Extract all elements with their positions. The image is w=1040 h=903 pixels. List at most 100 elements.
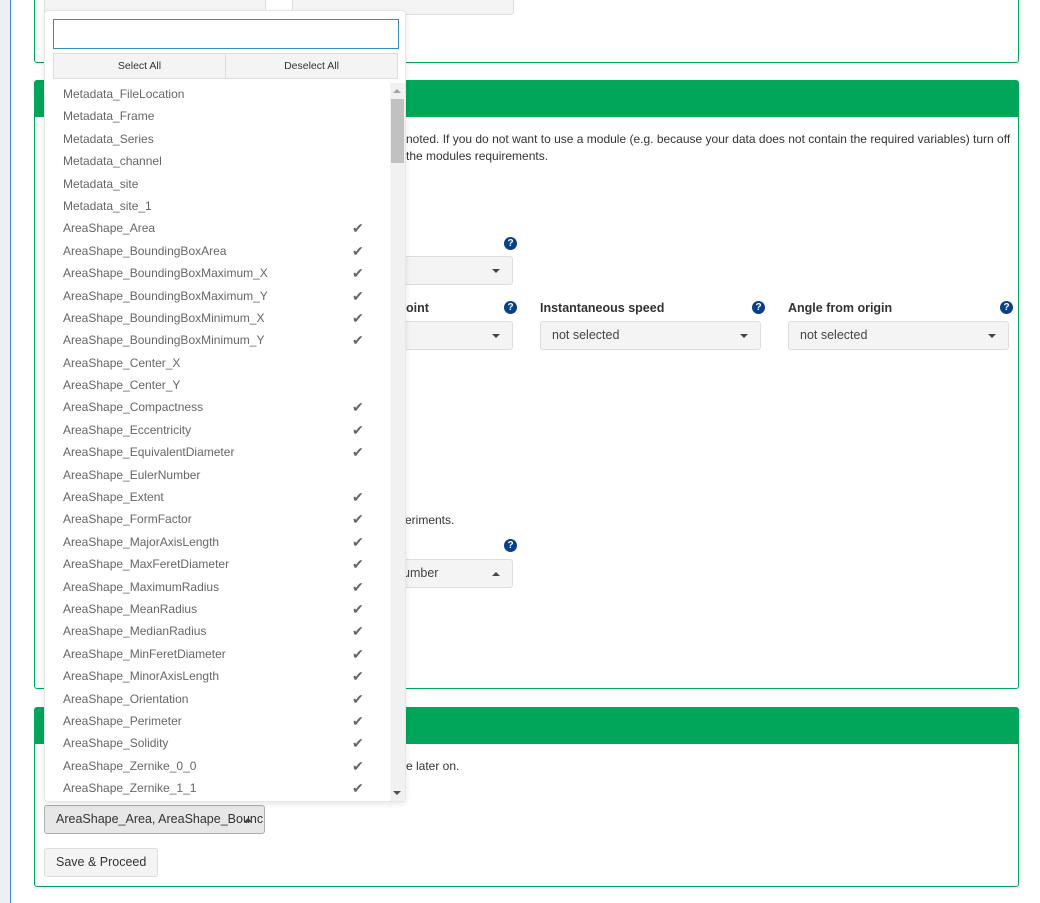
check-icon: ✔ — [352, 220, 364, 237]
option-item[interactable]: Metadata_Series — [45, 128, 390, 150]
scroll-up-arrow-icon[interactable] — [393, 89, 401, 93]
option-label: AreaShape_MajorAxisLength — [63, 534, 220, 549]
option-item[interactable]: AreaShape_BoundingBoxMaximum_X ✔ — [45, 262, 390, 284]
option-label: AreaShape_Eccentricity — [63, 422, 192, 437]
help-icon[interactable]: ? — [504, 301, 517, 314]
check-icon: ✔ — [352, 757, 364, 774]
option-label: AreaShape_BoundingBoxMaximum_Y — [63, 288, 268, 303]
option-item[interactable]: AreaShape_Center_Y — [45, 374, 390, 396]
check-icon: ✔ — [352, 556, 364, 573]
check-icon: ✔ — [352, 600, 364, 617]
save-proceed-button[interactable]: Save & Proceed — [44, 848, 159, 877]
option-item[interactable]: AreaShape_Orientation ✔ — [45, 688, 390, 710]
option-label: AreaShape_BoundingBoxMinimum_Y — [63, 333, 265, 348]
option-label: AreaShape_MedianRadius — [63, 624, 207, 639]
option-label: AreaShape_Compactness — [63, 400, 204, 415]
option-label: Metadata_site_1 — [63, 198, 152, 213]
angle-select-value: not selected — [800, 328, 868, 342]
option-item[interactable]: AreaShape_BoundingBoxMinimum_Y ✔ — [45, 329, 390, 351]
option-item[interactable]: AreaShape_MaximumRadius ✔ — [45, 576, 390, 598]
scrollbar-thumb[interactable] — [391, 99, 404, 163]
check-icon: ✔ — [352, 780, 364, 797]
option-item[interactable]: AreaShape_MaxFeretDiameter ✔ — [45, 553, 390, 575]
check-icon: ✔ — [352, 578, 364, 595]
option-item[interactable]: AreaShape_EulerNumber — [45, 464, 390, 486]
option-item[interactable]: AreaShape_Solidity ✔ — [45, 732, 390, 754]
dropdown-search-input[interactable] — [53, 19, 399, 49]
help-icon[interactable]: ? — [504, 237, 517, 250]
option-item[interactable]: AreaShape_MedianRadius ✔ — [45, 620, 390, 642]
option-label: AreaShape_BoundingBoxMinimum_X — [63, 310, 265, 325]
point-label: oint — [406, 301, 429, 315]
option-item[interactable]: AreaShape_MajorAxisLength ✔ — [45, 531, 390, 553]
angle-select[interactable]: not selected — [788, 321, 1009, 350]
option-label: AreaShape_Perimeter — [63, 713, 182, 728]
option-item[interactable]: AreaShape_MinorAxisLength ✔ — [45, 665, 390, 687]
angle-label: Angle from origin — [788, 301, 893, 315]
check-icon: ✔ — [352, 690, 364, 707]
speed-label: Instantaneous speed — [540, 301, 665, 315]
check-icon: ✔ — [352, 399, 364, 416]
option-item[interactable]: Metadata_site_1 — [45, 195, 390, 217]
feature-multiselect[interactable]: AreaShape_Area, AreaShape_Bounc — [44, 805, 265, 834]
check-icon: ✔ — [352, 489, 364, 506]
help-icon[interactable]: ? — [1000, 301, 1013, 314]
intro-text-1: noted. If you do not want to use a modul… — [406, 132, 1011, 146]
option-item[interactable]: AreaShape_FormFactor ✔ — [45, 508, 390, 530]
multiselect-value: AreaShape_Area, AreaShape_Bounc — [56, 812, 264, 826]
option-item[interactable]: AreaShape_EquivalentDiameter ✔ — [45, 441, 390, 463]
experiments-text: eriments. — [405, 513, 455, 527]
option-label: Metadata_FileLocation — [63, 87, 185, 101]
option-item[interactable]: AreaShape_Compactness ✔ — [45, 396, 390, 418]
option-item[interactable]: AreaShape_BoundingBoxArea ✔ — [45, 240, 390, 262]
check-icon: ✔ — [352, 421, 364, 438]
select-all-button[interactable]: Select All — [53, 53, 226, 79]
option-item[interactable]: AreaShape_Eccentricity ✔ — [45, 419, 390, 441]
option-label: AreaShape_BoundingBoxMaximum_X — [63, 266, 268, 281]
option-label: AreaShape_MaxFeretDiameter — [63, 557, 230, 572]
option-label: AreaShape_Zernike_1_1 — [63, 781, 197, 796]
option-item[interactable]: AreaShape_Perimeter ✔ — [45, 710, 390, 732]
option-label: AreaShape_MeanRadius — [63, 601, 198, 616]
option-label: AreaShape_MinFeretDiameter — [63, 646, 226, 661]
scrollbar[interactable] — [390, 83, 405, 801]
check-icon: ✔ — [352, 645, 364, 662]
option-label: AreaShape_Area — [63, 221, 156, 236]
deselect-all-button[interactable]: Deselect All — [225, 53, 398, 79]
number-select-value: umber — [403, 566, 439, 580]
option-item[interactable]: AreaShape_Zernike_1_1 ✔ — [45, 777, 390, 799]
option-item[interactable]: AreaShape_Center_X — [45, 352, 390, 374]
option-label: AreaShape_Orientation — [63, 691, 189, 706]
check-icon: ✔ — [352, 712, 364, 729]
option-label: Metadata_Frame — [63, 109, 155, 124]
scroll-down-arrow-icon[interactable] — [393, 791, 401, 795]
option-label: Metadata_Series — [63, 131, 154, 146]
option-item[interactable]: AreaShape_Extent ✔ — [45, 486, 390, 508]
option-item[interactable]: AreaShape_BoundingBoxMinimum_X ✔ — [45, 307, 390, 329]
left-sidebar-edge — [0, 0, 11, 903]
check-icon: ✔ — [352, 511, 364, 528]
option-item[interactable]: Metadata_site — [45, 173, 390, 195]
help-icon[interactable]: ? — [752, 301, 765, 314]
speed-select[interactable]: not selected — [540, 321, 761, 350]
check-icon: ✔ — [352, 668, 364, 685]
option-label: AreaShape_EulerNumber — [63, 467, 201, 482]
check-icon: ✔ — [352, 444, 364, 461]
check-icon: ✔ — [352, 242, 364, 259]
option-item[interactable]: Metadata_channel — [45, 150, 390, 172]
option-item[interactable]: Metadata_FileLocation — [45, 83, 390, 105]
help-icon[interactable]: ? — [504, 539, 517, 552]
option-label: AreaShape_MaximumRadius — [63, 579, 220, 594]
option-label: Metadata_site — [63, 176, 139, 191]
option-item[interactable]: AreaShape_MinFeretDiameter ✔ — [45, 643, 390, 665]
option-item[interactable]: AreaShape_MeanRadius ✔ — [45, 598, 390, 620]
option-label: AreaShape_Center_X — [63, 355, 181, 370]
option-label: Metadata_channel — [63, 154, 162, 169]
check-icon: ✔ — [352, 287, 364, 304]
option-item[interactable]: Metadata_Frame — [45, 105, 390, 127]
check-icon: ✔ — [352, 533, 364, 550]
option-item[interactable]: AreaShape_Area ✔ — [45, 217, 390, 239]
option-item[interactable]: AreaShape_Zernike_0_0 ✔ — [45, 755, 390, 777]
option-item[interactable]: AreaShape_BoundingBoxMaximum_Y ✔ — [45, 285, 390, 307]
option-label: AreaShape_EquivalentDiameter — [63, 445, 235, 460]
